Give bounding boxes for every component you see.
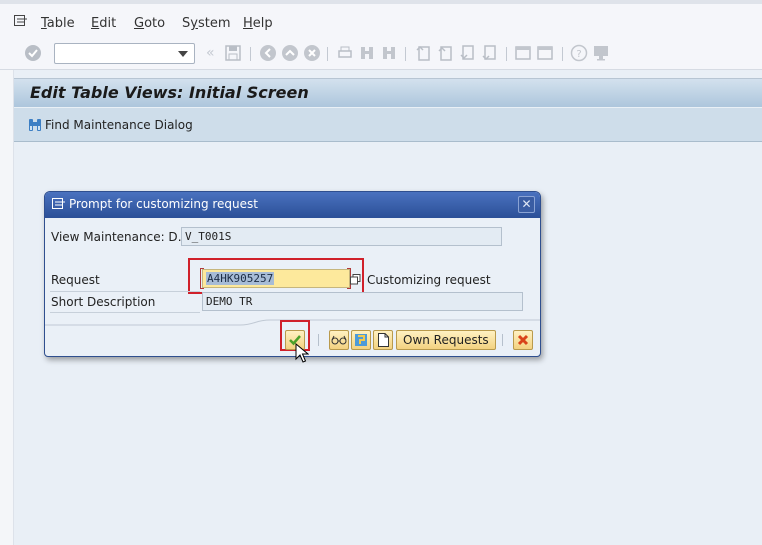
find-maintenance-dialog-button[interactable]: Find Maintenance Dialog <box>28 117 193 132</box>
svg-text:?: ? <box>576 49 581 60</box>
history-back-icon[interactable]: « <box>206 45 215 61</box>
view-maintenance-label: View Maintenance: D… <box>51 230 190 244</box>
value-help-icon[interactable] <box>350 274 361 285</box>
close-icon: ✕ <box>521 197 532 211</box>
last-page-icon[interactable] <box>480 44 498 62</box>
display-button[interactable] <box>329 330 349 350</box>
chevron-down-icon[interactable] <box>178 51 188 57</box>
customizing-request-dialog: Prompt for customizing request ✕ View Ma… <box>44 191 541 357</box>
dialog-header: Prompt for customizing request ✕ <box>45 192 540 218</box>
customize-layout-icon[interactable] <box>592 44 610 62</box>
create-request-button[interactable] <box>373 330 393 350</box>
own-requests-button[interactable]: Own Requests <box>396 330 496 350</box>
request-type-label: Customizing request <box>367 273 491 287</box>
title-bar: Edit Table Views: Initial Screen <box>14 78 762 108</box>
dialog-close-button[interactable]: ✕ <box>518 196 535 213</box>
short-description-field[interactable]: DEMO TR <box>202 292 523 311</box>
previous-page-icon[interactable] <box>436 44 454 62</box>
application-toolbar: Find Maintenance Dialog <box>14 108 762 142</box>
save-icon[interactable] <box>224 44 242 62</box>
cancel-button[interactable] <box>513 330 533 350</box>
find-icon[interactable] <box>358 44 376 62</box>
create-session-icon[interactable] <box>514 44 532 62</box>
back-icon[interactable] <box>259 44 277 62</box>
first-page-icon[interactable] <box>414 44 432 62</box>
dialog-menu-icon[interactable] <box>52 198 66 210</box>
menu-goto[interactable]: Goto <box>134 16 165 31</box>
request-label: Request <box>51 273 100 287</box>
cancel-icon[interactable] <box>303 44 321 62</box>
left-strip <box>0 70 14 545</box>
glasses-icon <box>331 335 347 345</box>
menu-table[interactable]: Table <box>41 16 75 31</box>
menu-bar: Table Edit Goto System Help <box>0 0 762 38</box>
page-title: Edit Table Views: Initial Screen <box>30 83 309 102</box>
exit-icon[interactable] <box>281 44 299 62</box>
standard-toolbar: « ? <box>0 38 762 70</box>
print-icon[interactable] <box>336 44 354 62</box>
help-icon[interactable]: ? <box>570 44 588 62</box>
short-description-label: Short Description <box>51 295 156 309</box>
find-next-icon[interactable] <box>380 44 398 62</box>
transport-button[interactable] <box>351 330 371 350</box>
shortcut-icon[interactable] <box>536 44 554 62</box>
transport-icon <box>355 334 367 346</box>
new-document-icon <box>377 333 389 347</box>
menu-edit[interactable]: Edit <box>91 16 116 31</box>
menu-help[interactable]: Help <box>243 16 273 31</box>
command-field[interactable] <box>54 43 195 64</box>
menu-system[interactable]: System <box>182 16 231 31</box>
cancel-x-icon <box>517 334 529 346</box>
view-maintenance-field: V_T001S <box>181 227 502 246</box>
enter-icon[interactable] <box>24 44 42 62</box>
request-input[interactable]: A4HK905257 <box>202 269 350 288</box>
binoculars-icon <box>29 119 41 131</box>
dialog-title: Prompt for customizing request <box>69 197 258 211</box>
mouse-cursor-icon <box>295 343 309 363</box>
system-menu-icon[interactable] <box>14 15 28 27</box>
next-page-icon[interactable] <box>458 44 476 62</box>
